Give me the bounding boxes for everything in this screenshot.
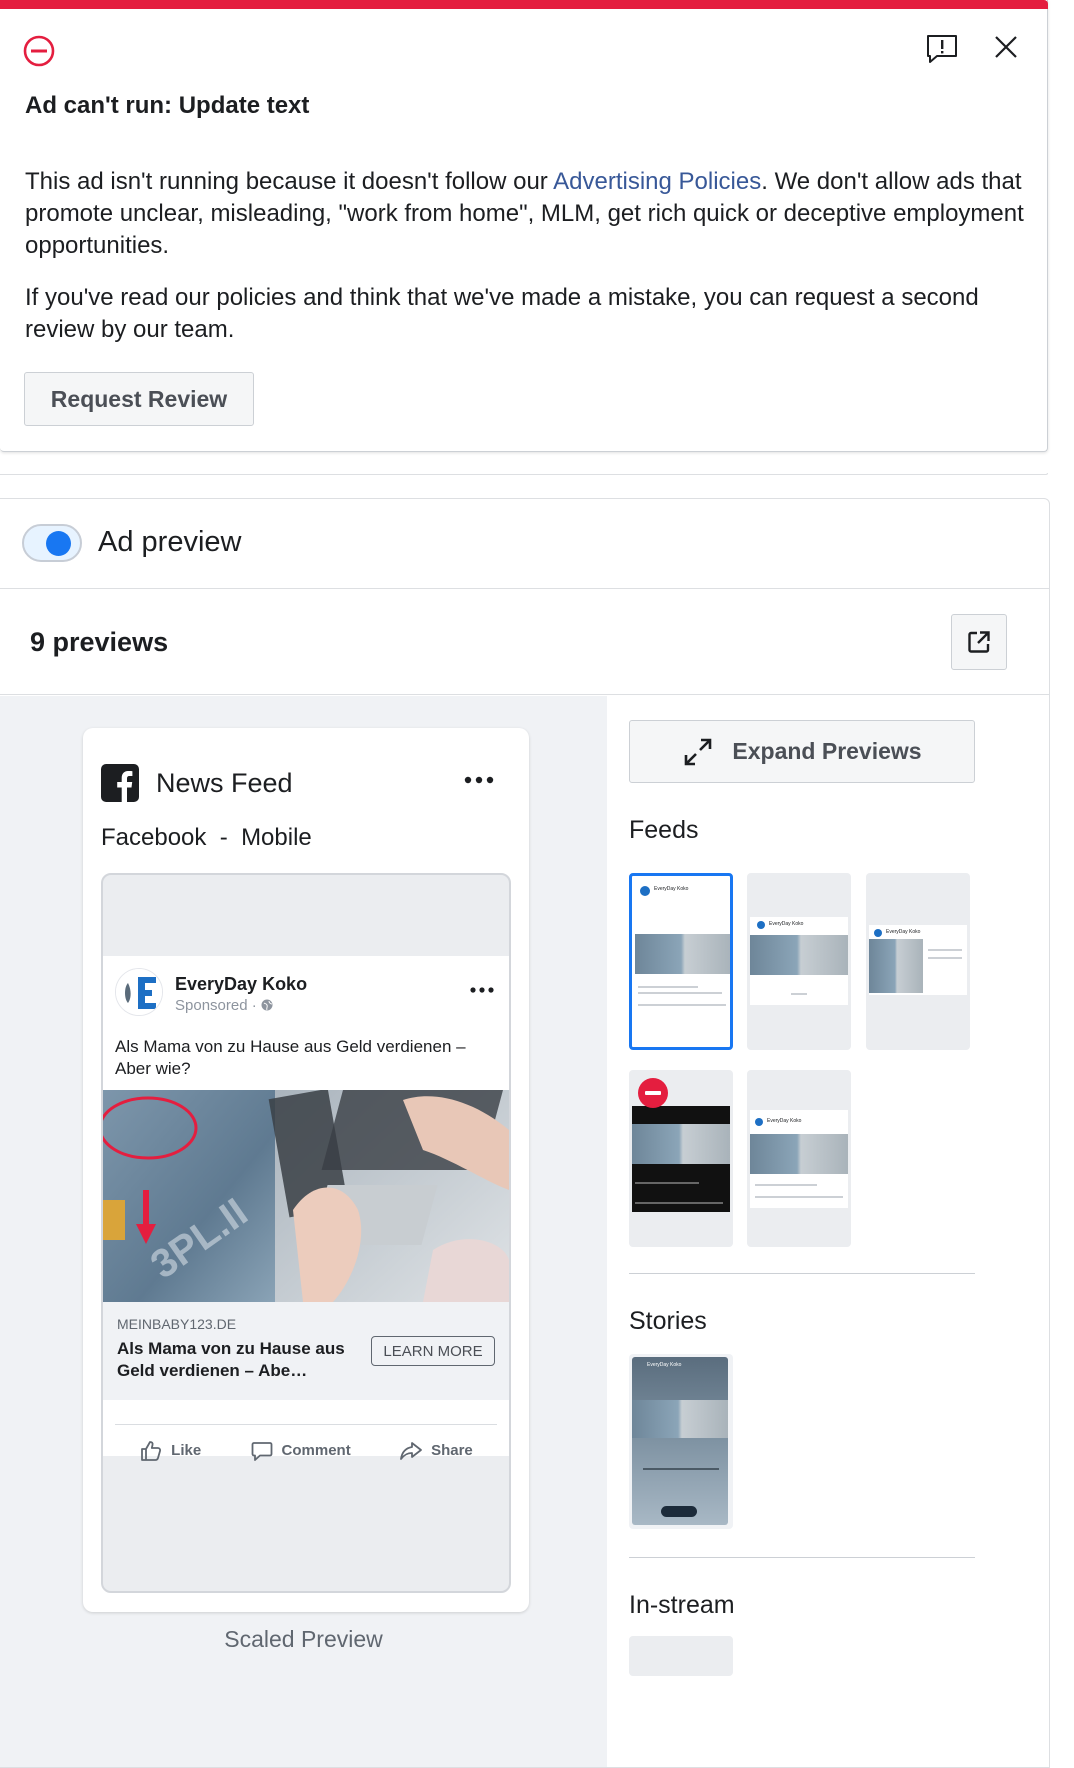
alert-title: Ad can't run: Update text <box>25 92 310 119</box>
thumbnail-line <box>638 986 698 988</box>
scaled-preview-label: Scaled Preview <box>224 1626 383 1652</box>
feeds-section-title: Feeds <box>629 816 699 844</box>
phone-mockup: EveryDay Koko Sponsored · Als Mama von z… <box>101 873 511 1593</box>
thumbnail-line <box>755 1196 843 1198</box>
comment-button[interactable]: Comment <box>250 1439 351 1463</box>
thumbnail-line <box>755 1184 817 1186</box>
external-link-icon <box>968 631 990 653</box>
feed-thumbnail-video-feeds[interactable] <box>629 1070 733 1247</box>
link-preview[interactable]: MEINBABY123.DE Als Mama von zu Hause aus… <box>103 1302 509 1400</box>
post-more-icon[interactable] <box>469 984 495 996</box>
thumbnail-line <box>791 993 807 995</box>
sponsored-text: Sponsored · <box>175 997 261 1014</box>
feed-thumbnail-right-column[interactable]: EveryDay Koko <box>747 1070 851 1247</box>
thumbnail-line <box>635 1182 699 1184</box>
comment-label: Comment <box>281 1442 351 1459</box>
alert-bottom-divider <box>0 473 1048 475</box>
sponsored-label: Sponsored · <box>175 997 273 1014</box>
thumbnail-image <box>632 1400 728 1438</box>
story-cta-pill <box>661 1506 697 1517</box>
feedback-icon[interactable] <box>925 33 959 65</box>
thumbnail-avatar <box>874 929 882 937</box>
alert-text-before-link: This ad isn't running because it doesn't… <box>25 168 554 195</box>
link-domain: MEINBABY123.DE <box>117 1316 237 1332</box>
thumbnail-line <box>635 1202 723 1204</box>
thumbnail-image <box>750 935 848 975</box>
share-label: Share <box>431 1442 473 1459</box>
previews-count-row: 9 previews <box>0 589 1049 695</box>
thumbnail-page-name: EveryDay Koko <box>886 929 921 935</box>
thumbnail-image <box>750 1134 848 1174</box>
alert-top-bar <box>0 0 1048 9</box>
post-text: Als Mama von zu Hause aus Geld verdienen… <box>115 1037 466 1078</box>
thumbnail-line <box>643 1468 719 1470</box>
section-divider <box>629 1557 975 1558</box>
thumbnail-page-name: EveryDay Koko <box>654 886 689 892</box>
rejected-badge-icon <box>638 1078 668 1108</box>
thumbnail-line <box>638 992 722 994</box>
instream-section-title: In-stream <box>629 1591 735 1619</box>
feed-thumbnail-instagram-feed[interactable]: EveryDay Koko <box>747 873 851 1050</box>
no-entry-icon <box>23 35 55 67</box>
thumbs-up-icon <box>141 1440 162 1461</box>
like-label: Like <box>171 1442 202 1459</box>
ad-post: EveryDay Koko Sponsored · Als Mama von z… <box>103 956 509 1461</box>
feed-thumbnail-facebook-news-feed[interactable]: EveryDay Koko <box>629 873 733 1050</box>
thumbnail-line <box>638 1004 726 1006</box>
alert-paragraph-1: This ad isn't running because it doesn't… <box>25 166 1025 262</box>
expand-previews-button[interactable]: Expand Previews <box>629 720 975 783</box>
brand-logo-icon <box>116 969 162 1015</box>
placement-preview-card: News Feed Facebook - Mobile EveryDay Kok… <box>83 728 529 1612</box>
learn-more-button[interactable]: LEARN MORE <box>371 1336 495 1366</box>
close-icon[interactable] <box>990 31 1022 63</box>
toggle-knob <box>46 531 71 556</box>
thumbnail-line <box>928 957 962 959</box>
thumbnail-page-name: EveryDay Koko <box>767 1118 802 1124</box>
share-icon <box>400 1441 422 1460</box>
open-external-button[interactable] <box>951 614 1007 670</box>
avatar <box>115 968 163 1016</box>
alert-paragraph-2: If you've read our policies and think th… <box>25 284 979 343</box>
ad-preview-label: Ad preview <box>98 526 242 558</box>
thumbnail-image <box>632 1124 730 1164</box>
request-review-button[interactable]: Request Review <box>24 372 254 426</box>
section-divider <box>629 1273 975 1274</box>
expand-icon <box>685 738 712 765</box>
link-headline: Als Mama von zu Hause aus Geld verdienen… <box>117 1339 345 1380</box>
globe-icon <box>261 999 273 1011</box>
thumbnail-page-name: EveryDay Koko <box>647 1362 682 1368</box>
preview-canvas: News Feed Facebook - Mobile EveryDay Kok… <box>0 696 607 1767</box>
ad-preview-toggle[interactable] <box>22 524 82 562</box>
thumbnail-avatar <box>755 1118 763 1126</box>
post-actions: Like Comment Share <box>115 1424 497 1461</box>
placement-title: News Feed <box>156 768 293 798</box>
previews-count: 9 previews <box>30 627 169 657</box>
placement-subtitle: Facebook - Mobile <box>101 824 312 851</box>
advertising-policies-link[interactable]: Advertising Policies <box>553 168 761 195</box>
expand-previews-label: Expand Previews <box>732 738 922 764</box>
thumbnail-line <box>928 949 962 951</box>
page-name[interactable]: EveryDay Koko <box>175 974 307 995</box>
like-button[interactable]: Like <box>139 1439 201 1463</box>
alert-body: This ad isn't running because it doesn't… <box>25 166 1025 346</box>
feed-thumbnail-marketplace[interactable]: EveryDay Koko <box>866 873 970 1050</box>
facebook-logo-icon <box>101 764 139 802</box>
thumbnail-avatar <box>757 921 765 929</box>
comment-icon <box>251 1441 272 1461</box>
thumbnail-avatar <box>640 886 650 896</box>
thumbnail-image <box>869 939 923 993</box>
story-frame <box>632 1357 728 1525</box>
thumbnail-image <box>635 934 730 974</box>
instream-thumbnail[interactable] <box>629 1636 733 1676</box>
policy-alert-card: Ad can't run: Update text This ad isn't … <box>0 0 1048 452</box>
placements-column: Expand Previews Feeds EveryDay Koko Ever… <box>607 696 1049 1767</box>
share-button[interactable]: Share <box>399 1439 473 1463</box>
ad-preview-toggle-row: Ad preview <box>0 499 1049 589</box>
thumbnail-page-name: EveryDay Koko <box>769 921 804 927</box>
more-options-icon[interactable] <box>461 768 497 792</box>
ad-image[interactable]: 3PL.II <box>103 1090 509 1302</box>
stories-thumbnail[interactable]: EveryDay Koko <box>629 1354 733 1529</box>
stories-section-title: Stories <box>629 1307 707 1335</box>
ad-preview-panel: Ad preview 9 previews News Feed Facebook… <box>0 498 1050 1768</box>
